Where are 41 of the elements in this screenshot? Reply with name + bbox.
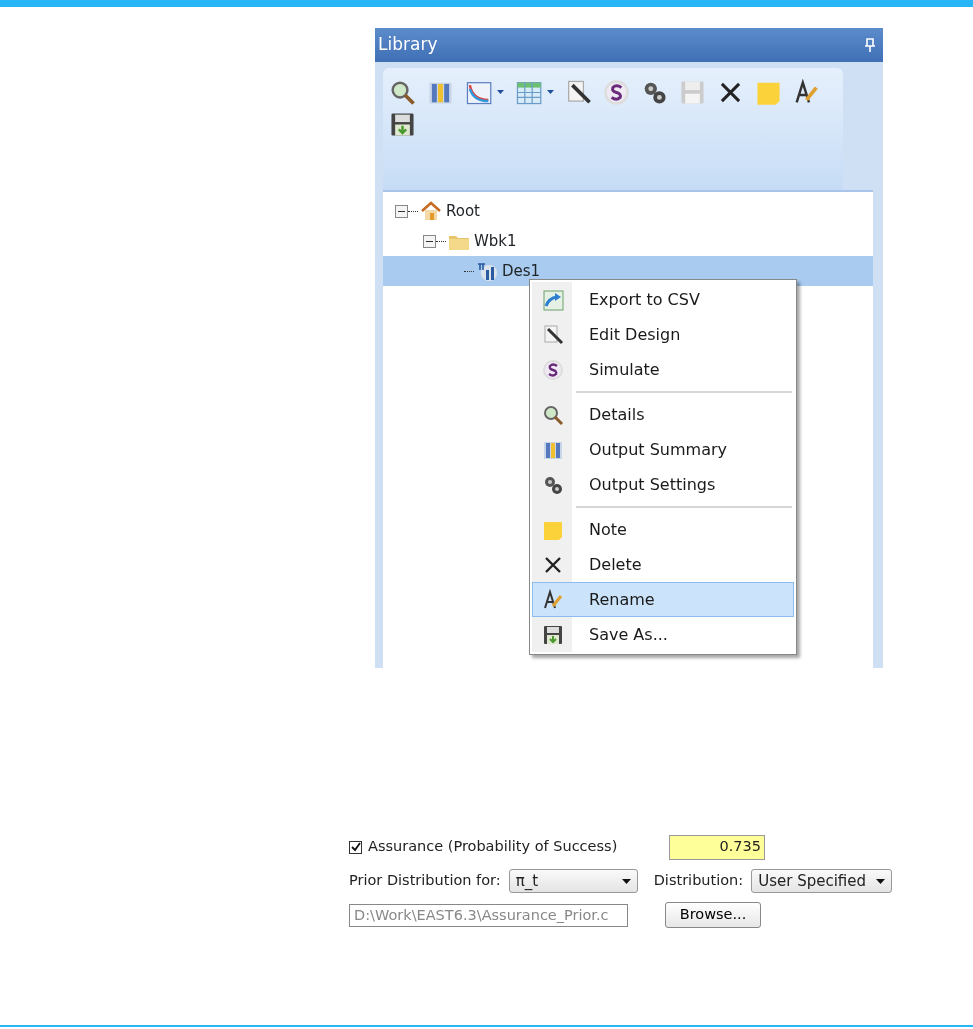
letter-pencil-icon[interactable] bbox=[793, 78, 820, 106]
pin-icon[interactable] bbox=[865, 38, 875, 52]
pi-bars-icon bbox=[476, 260, 498, 282]
menu-item[interactable]: Save As... bbox=[532, 617, 794, 652]
collapse-icon[interactable] bbox=[423, 234, 436, 248]
tree-label: Des1 bbox=[502, 260, 541, 282]
dropdown[interactable]: User Specified bbox=[751, 869, 893, 893]
caret-icon[interactable] bbox=[876, 878, 886, 884]
menu-item[interactable]: Delete bbox=[532, 547, 794, 582]
house-icon bbox=[420, 200, 442, 222]
tree-label: Wbk1 bbox=[474, 230, 517, 252]
collapse-icon[interactable] bbox=[395, 204, 408, 218]
field-label: Distribution: bbox=[653, 871, 744, 891]
menu-item[interactable]: Output Settings bbox=[532, 467, 794, 502]
browse-button[interactable]: Browse... bbox=[665, 902, 761, 928]
s-circle-icon bbox=[542, 358, 564, 381]
menu-item[interactable]: Rename bbox=[532, 582, 794, 617]
field-label: Prior Distribution for: bbox=[349, 871, 501, 891]
panel-title: Library bbox=[378, 33, 438, 57]
value-field[interactable]: 0.735 bbox=[669, 834, 765, 860]
menu-item[interactable]: Output Summary bbox=[532, 432, 794, 467]
menu-item[interactable]: Note bbox=[532, 512, 794, 547]
file-path-field[interactable]: D:\Work\EAST6.3\Assurance_Prior.c bbox=[349, 903, 628, 927]
dropdown-arrow-icon[interactable] bbox=[547, 90, 554, 94]
arrow-sheet-icon bbox=[542, 288, 564, 311]
letter-pencil-icon bbox=[542, 588, 564, 611]
dropdown-arrow-icon[interactable] bbox=[497, 90, 504, 94]
menu-item[interactable]: Simulate bbox=[532, 352, 794, 387]
tree-label: Root bbox=[446, 200, 480, 222]
tree-row[interactable]: Wbk1 bbox=[383, 226, 873, 256]
wrench-icon[interactable] bbox=[565, 78, 592, 106]
dropdown[interactable]: π_t bbox=[508, 869, 638, 893]
tree-row[interactable]: Root bbox=[383, 196, 873, 226]
checkbox-label: Assurance (Probability of Success) bbox=[368, 837, 618, 857]
wrench-icon bbox=[542, 323, 564, 346]
checkbox[interactable] bbox=[349, 840, 362, 854]
s-circle-icon[interactable] bbox=[603, 78, 630, 106]
menu-item[interactable]: Details bbox=[532, 397, 794, 432]
magnifier-icon bbox=[542, 403, 564, 426]
menu-item[interactable]: Edit Design bbox=[532, 317, 794, 352]
caret-icon[interactable] bbox=[621, 878, 631, 884]
